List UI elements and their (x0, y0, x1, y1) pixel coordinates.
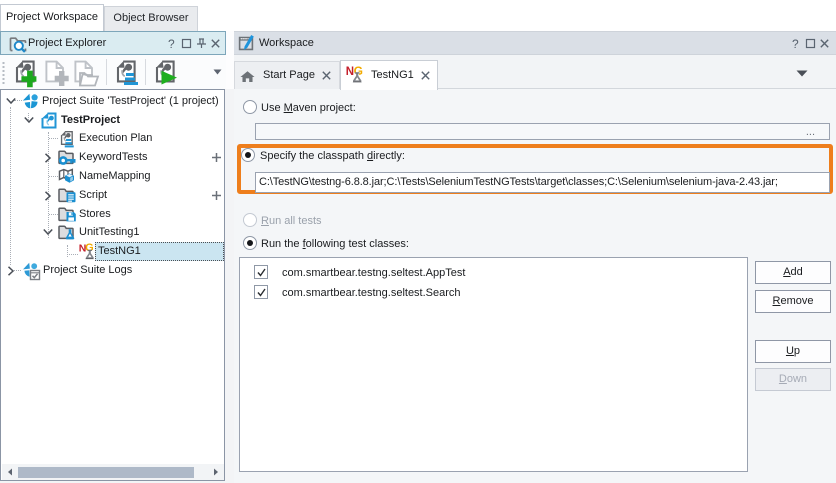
svg-text:N: N (346, 66, 354, 78)
svg-text:N: N (79, 243, 87, 255)
